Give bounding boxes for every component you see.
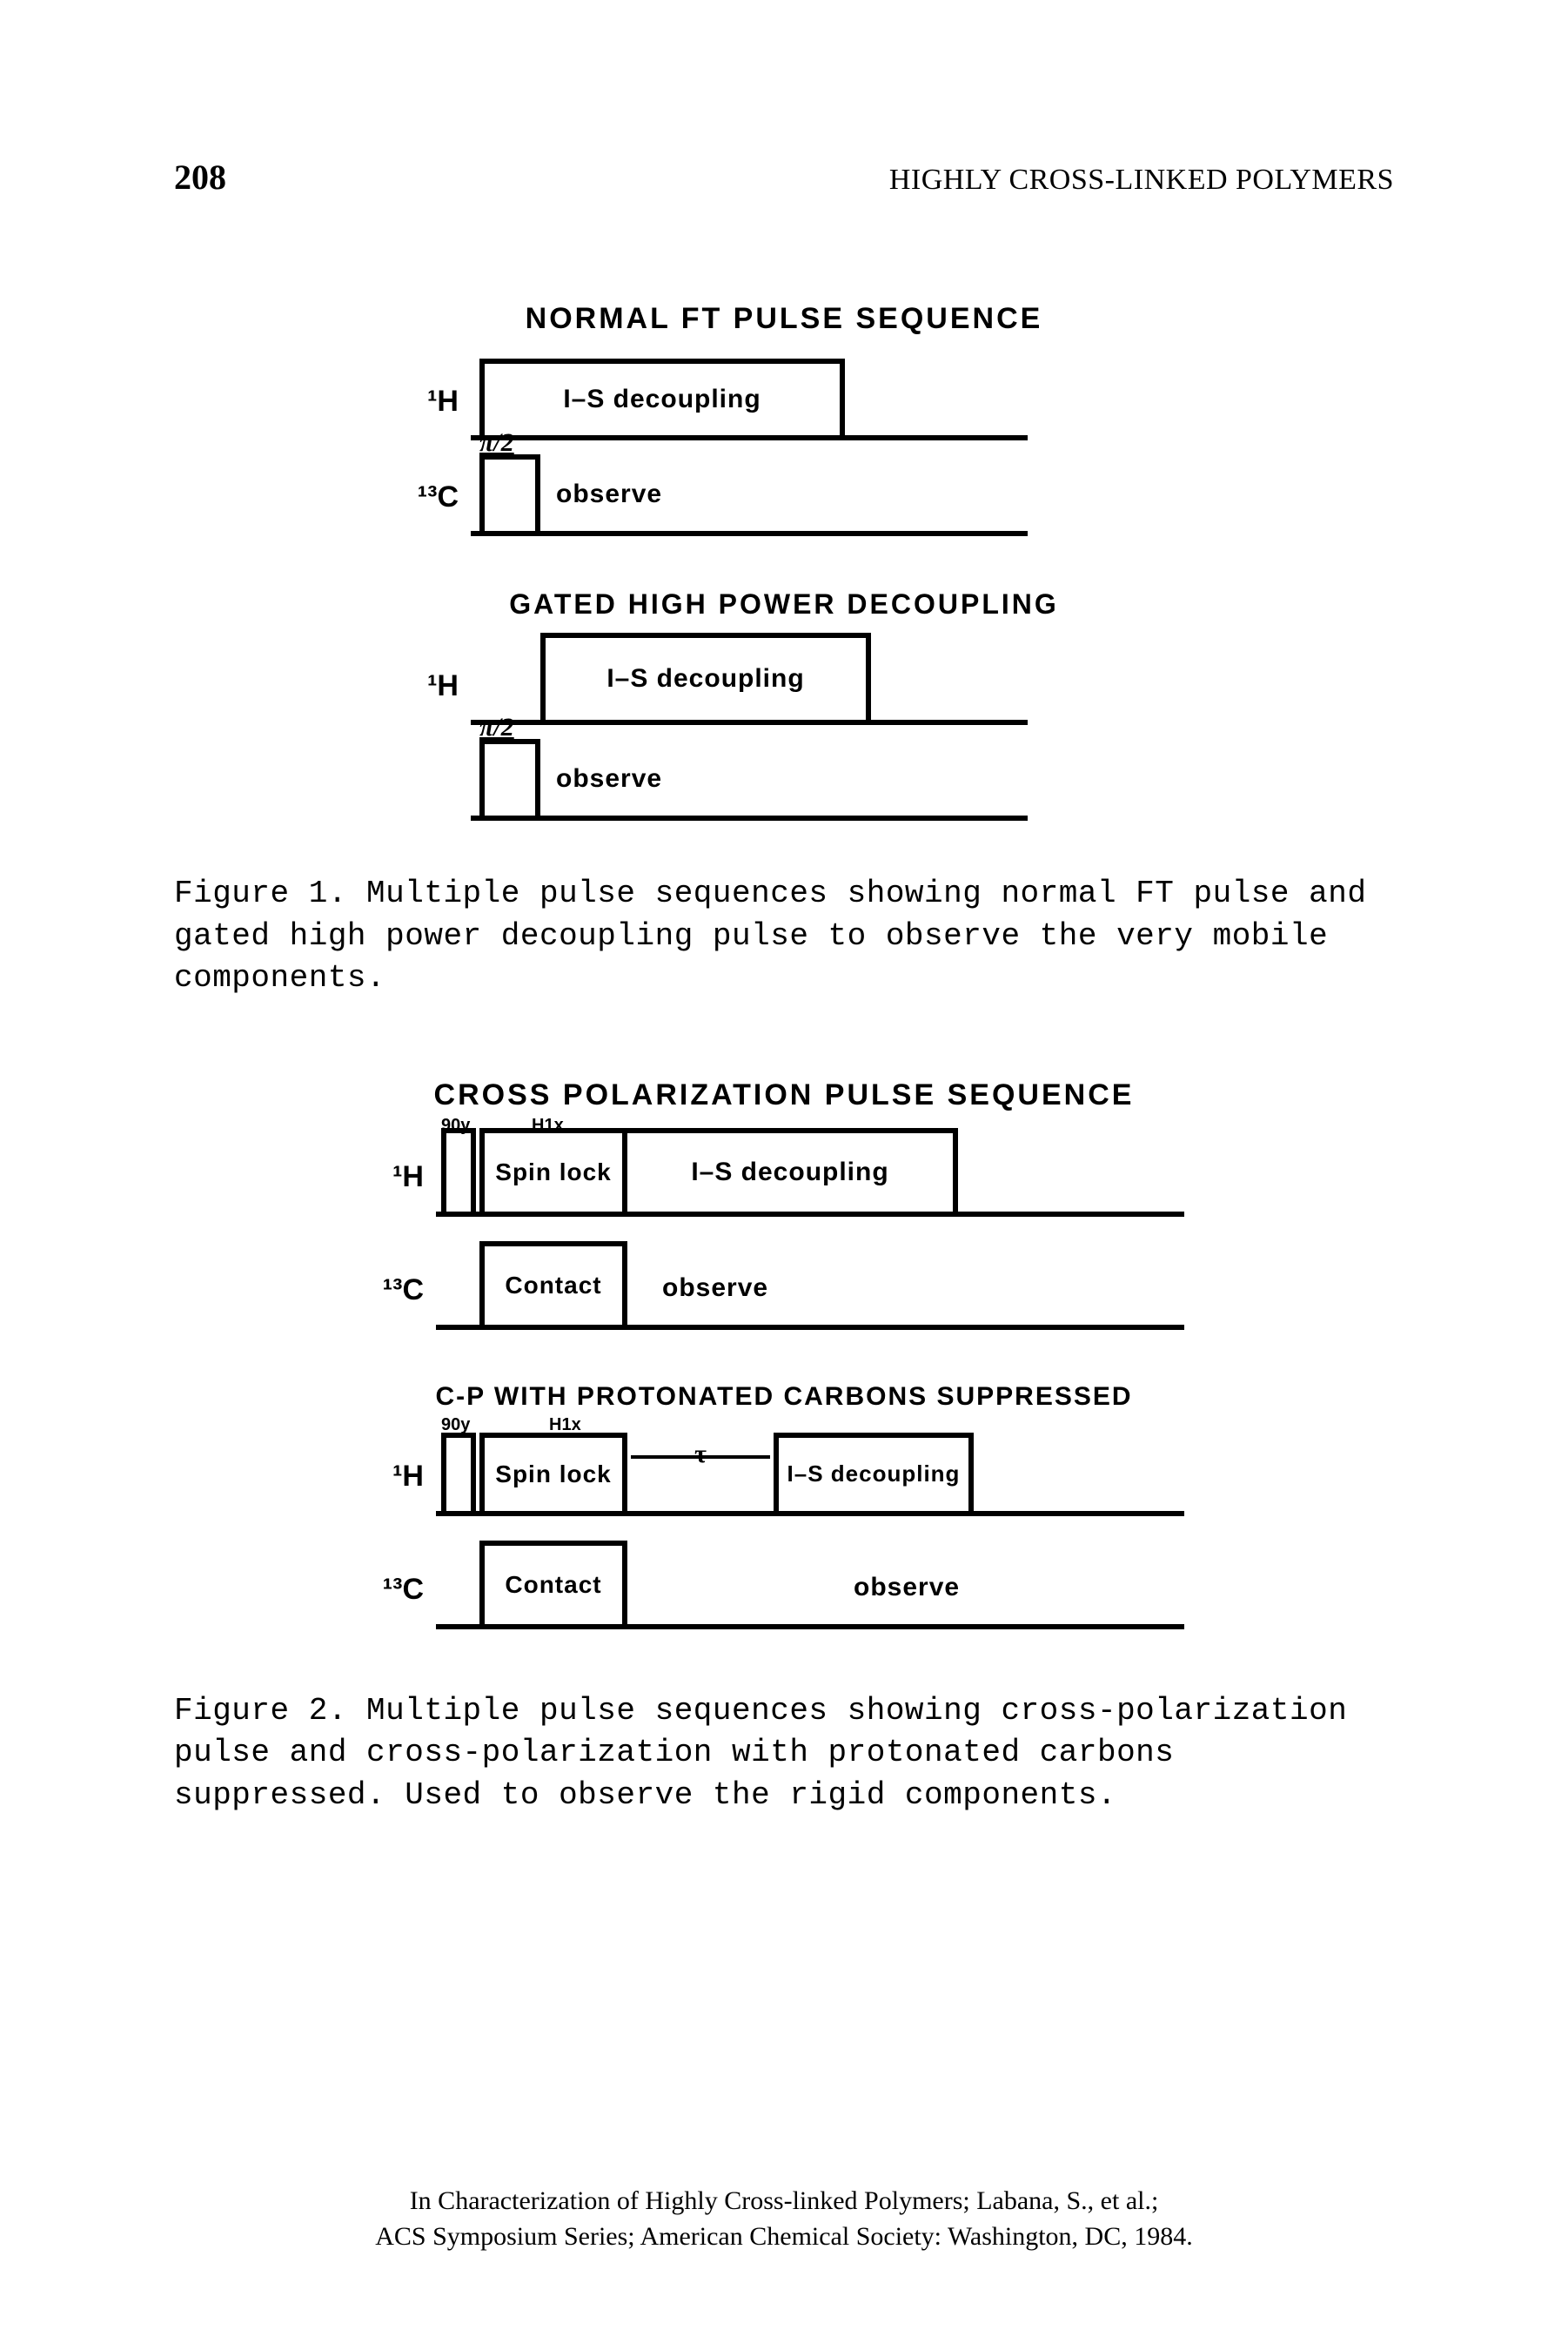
page-number: 208: [174, 157, 226, 198]
figure-1-seq-normal: ¹H I–S decoupling ¹³C π/2 observe: [392, 362, 1176, 536]
annot-90y: 90y: [441, 1116, 470, 1136]
channel-label-13c: ¹³C: [392, 480, 471, 514]
page-footer: In Characterization of Highly Cross-link…: [0, 2184, 1568, 2254]
figure-1-seq-gated: ¹H I–S decoupling ¹³C π/2 observe: [392, 647, 1176, 821]
figure-1-caption: Figure 1. Multiple pulse sequences showi…: [174, 873, 1394, 1000]
tau-label: τ: [694, 1440, 707, 1469]
channel-1h: ¹H 90y H1x Spin lock τ I–S decoupling: [358, 1438, 1210, 1516]
decoupling-box: I–S decoupling: [479, 359, 845, 435]
decoupling-box: I–S decoupling: [627, 1128, 958, 1212]
channel-13c: ¹³C Contact observe: [358, 1252, 1210, 1330]
channel-label-13c: ¹³C: [358, 1273, 436, 1307]
figure-1-title: NORMAL FT PULSE SEQUENCE: [174, 302, 1394, 336]
channel-label-1h: ¹H: [392, 385, 471, 419]
figure-2-subtitle: C-P WITH PROTONATED CARBONS SUPPRESSED: [174, 1382, 1394, 1412]
figure-2-seq-cp: ¹H 90y H1x Spin lock I–S decoupling ¹³C …: [358, 1138, 1210, 1330]
page-header: 208 HIGHLY CROSS-LINKED POLYMERS: [174, 157, 1394, 198]
decoupling-box: I–S decoupling: [540, 633, 871, 720]
channel-1h: ¹H 90y H1x Spin lock I–S decoupling: [358, 1138, 1210, 1217]
spinlock-box: Spin lock: [479, 1128, 627, 1212]
contact-box: Contact: [479, 1541, 627, 1624]
figure-1-subtitle: GATED HIGH POWER DECOUPLING: [174, 588, 1394, 621]
observe-label: observe: [854, 1573, 960, 1602]
pi-over-2-label: π/2: [479, 713, 514, 742]
contact-box: Contact: [479, 1241, 627, 1325]
spinlock-box: Spin lock: [479, 1433, 627, 1511]
pulse-box: [479, 739, 540, 816]
channel-13c: ¹³C π/2 observe: [392, 458, 1176, 536]
observe-label: observe: [556, 764, 662, 794]
channel-label-1h: ¹H: [392, 669, 471, 703]
footer-line-1: In Characterization of Highly Cross-link…: [0, 2184, 1568, 2219]
figure-2-caption: Figure 2. Multiple pulse sequences showi…: [174, 1690, 1394, 1817]
annot-90y: 90y: [441, 1415, 470, 1435]
annot-h1x: H1x: [532, 1116, 564, 1136]
channel-13c: ¹³C π/2 observe: [392, 742, 1176, 821]
figure-2: CROSS POLARIZATION PULSE SEQUENCE ¹H 90y…: [174, 1078, 1394, 1817]
pi-over-2-label: π/2: [479, 428, 514, 458]
pulse-90-box: [441, 1128, 476, 1212]
annot-h1x: H1x: [549, 1415, 581, 1435]
footer-line-2: ACS Symposium Series; American Chemical …: [0, 2219, 1568, 2255]
running-head: HIGHLY CROSS-LINKED POLYMERS: [889, 164, 1394, 197]
channel-label-13c: ¹³C: [358, 1573, 436, 1607]
observe-label: observe: [556, 480, 662, 509]
channel-label-1h: ¹H: [358, 1460, 436, 1494]
observe-label: observe: [662, 1273, 768, 1303]
figure-2-seq-cp-suppressed: ¹H 90y H1x Spin lock τ I–S decoupling ¹³…: [358, 1438, 1210, 1629]
channel-label-1h: ¹H: [358, 1160, 436, 1194]
decoupling-box: I–S decoupling: [774, 1433, 974, 1511]
pulse-box: [479, 454, 540, 531]
channel-13c: ¹³C Contact observe: [358, 1551, 1210, 1629]
figure-1: NORMAL FT PULSE SEQUENCE ¹H I–S decoupli…: [174, 302, 1394, 1000]
figure-2-title: CROSS POLARIZATION PULSE SEQUENCE: [174, 1078, 1394, 1112]
page: 208 HIGHLY CROSS-LINKED POLYMERS NORMAL …: [0, 0, 1568, 2350]
pulse-90-box: [441, 1433, 476, 1511]
